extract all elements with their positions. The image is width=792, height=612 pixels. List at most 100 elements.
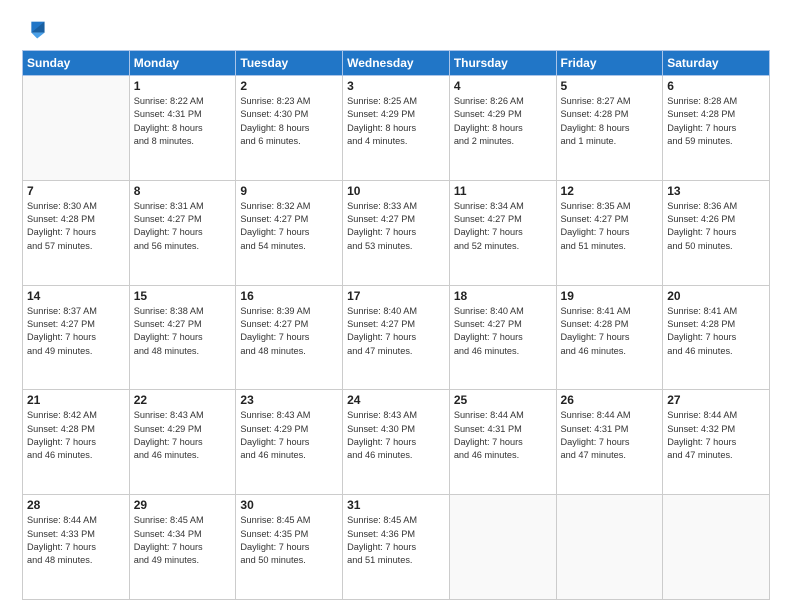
calendar-cell: 9 Sunrise: 8:32 AM Sunset: 4:27 PM Daylig… [236,180,343,285]
calendar-cell: 25 Sunrise: 8:44 AM Sunset: 4:31 PM Dayli… [449,390,556,495]
calendar-header-friday: Friday [556,51,663,76]
calendar-header-row: SundayMondayTuesdayWednesdayThursdayFrid… [23,51,770,76]
calendar-cell: 28Sunrise: 8:44 AM Sunset: 4:33 PM Dayli… [23,495,130,600]
calendar-week-row: 14Sunrise: 8:37 AM Sunset: 4:27 PM Dayli… [23,285,770,390]
logo [22,18,46,42]
calendar-header-thursday: Thursday [449,51,556,76]
calendar-week-row: 28Sunrise: 8:44 AM Sunset: 4:33 PM Dayli… [23,495,770,600]
day-number: 19 [561,289,659,303]
calendar-cell: 5Sunrise: 8:27 AM Sunset: 4:28 PM Daylig… [556,76,663,181]
cell-sun-info: Sunrise: 8:31 AM Sunset: 4:27 PM Dayligh… [134,200,232,253]
cell-sun-info: Sunrise: 8:26 AM Sunset: 4:29 PM Dayligh… [454,95,552,148]
calendar-cell: 2 Sunrise: 8:23 AM Sunset: 4:30 PM Daylig… [236,76,343,181]
cell-sun-info: Sunrise: 8:43 AM Sunset: 4:30 PM Dayligh… [347,409,445,462]
calendar-header-wednesday: Wednesday [343,51,450,76]
day-number: 4 [454,79,552,93]
day-number: 22 [134,393,232,407]
day-number: 15 [134,289,232,303]
calendar-cell: 21 Sunrise: 8:42 AM Sunset: 4:28 PM Dayli… [23,390,130,495]
day-number: 27 [667,393,765,407]
day-number: 26 [561,393,659,407]
cell-sun-info: Sunrise: 8:45 AM Sunset: 4:34 PM Dayligh… [134,514,232,567]
cell-sun-info: Sunrise: 8:41 AM Sunset: 4:28 PM Dayligh… [667,305,765,358]
day-number: 12 [561,184,659,198]
day-number: 13 [667,184,765,198]
cell-sun-info: Sunrise: 8:32 AM Sunset: 4:27 PM Dayligh… [240,200,338,253]
day-number: 21 [27,393,125,407]
cell-sun-info: Sunrise: 8:38 AM Sunset: 4:27 PM Dayligh… [134,305,232,358]
calendar-cell [556,495,663,600]
calendar-cell: 7 Sunrise: 8:30 AM Sunset: 4:28 PM Daylig… [23,180,130,285]
cell-sun-info: Sunrise: 8:23 AM Sunset: 4:30 PM Dayligh… [240,95,338,148]
calendar-cell: 23 Sunrise: 8:43 AM Sunset: 4:29 PM Dayli… [236,390,343,495]
day-number: 20 [667,289,765,303]
cell-sun-info: Sunrise: 8:34 AM Sunset: 4:27 PM Dayligh… [454,200,552,253]
logo-icon [24,18,46,40]
calendar-cell: 17Sunrise: 8:40 AM Sunset: 4:27 PM Dayli… [343,285,450,390]
cell-sun-info: Sunrise: 8:45 AM Sunset: 4:36 PM Dayligh… [347,514,445,567]
day-number: 17 [347,289,445,303]
calendar-cell: 11 Sunrise: 8:34 AM Sunset: 4:27 PM Dayli… [449,180,556,285]
cell-sun-info: Sunrise: 8:40 AM Sunset: 4:27 PM Dayligh… [454,305,552,358]
day-number: 30 [240,498,338,512]
cell-sun-info: Sunrise: 8:44 AM Sunset: 4:31 PM Dayligh… [454,409,552,462]
cell-sun-info: Sunrise: 8:43 AM Sunset: 4:29 PM Dayligh… [134,409,232,462]
day-number: 28 [27,498,125,512]
calendar-header-sunday: Sunday [23,51,130,76]
day-number: 6 [667,79,765,93]
cell-sun-info: Sunrise: 8:36 AM Sunset: 4:26 PM Dayligh… [667,200,765,253]
calendar-week-row: 7 Sunrise: 8:30 AM Sunset: 4:28 PM Daylig… [23,180,770,285]
cell-sun-info: Sunrise: 8:45 AM Sunset: 4:35 PM Dayligh… [240,514,338,567]
day-number: 31 [347,498,445,512]
calendar-week-row: 1 Sunrise: 8:22 AM Sunset: 4:31 PM Daylig… [23,76,770,181]
calendar-cell: 13 Sunrise: 8:36 AM Sunset: 4:26 PM Dayli… [663,180,770,285]
calendar-cell [663,495,770,600]
day-number: 24 [347,393,445,407]
day-number: 7 [27,184,125,198]
cell-sun-info: Sunrise: 8:42 AM Sunset: 4:28 PM Dayligh… [27,409,125,462]
calendar-cell: 16Sunrise: 8:39 AM Sunset: 4:27 PM Dayli… [236,285,343,390]
cell-sun-info: Sunrise: 8:35 AM Sunset: 4:27 PM Dayligh… [561,200,659,253]
calendar-cell: 14Sunrise: 8:37 AM Sunset: 4:27 PM Dayli… [23,285,130,390]
calendar-cell: 10Sunrise: 8:33 AM Sunset: 4:27 PM Dayli… [343,180,450,285]
calendar-cell: 26 Sunrise: 8:44 AM Sunset: 4:31 PM Dayli… [556,390,663,495]
calendar-table: SundayMondayTuesdayWednesdayThursdayFrid… [22,50,770,600]
day-number: 29 [134,498,232,512]
calendar-cell: 1 Sunrise: 8:22 AM Sunset: 4:31 PM Daylig… [129,76,236,181]
page-header [22,18,770,42]
day-number: 23 [240,393,338,407]
cell-sun-info: Sunrise: 8:25 AM Sunset: 4:29 PM Dayligh… [347,95,445,148]
cell-sun-info: Sunrise: 8:22 AM Sunset: 4:31 PM Dayligh… [134,95,232,148]
calendar-week-row: 21 Sunrise: 8:42 AM Sunset: 4:28 PM Dayli… [23,390,770,495]
cell-sun-info: Sunrise: 8:37 AM Sunset: 4:27 PM Dayligh… [27,305,125,358]
calendar-cell: 12 Sunrise: 8:35 AM Sunset: 4:27 PM Dayli… [556,180,663,285]
calendar-cell: 8 Sunrise: 8:31 AM Sunset: 4:27 PM Daylig… [129,180,236,285]
day-number: 10 [347,184,445,198]
calendar-cell: 6Sunrise: 8:28 AM Sunset: 4:28 PM Daylig… [663,76,770,181]
cell-sun-info: Sunrise: 8:41 AM Sunset: 4:28 PM Dayligh… [561,305,659,358]
calendar-header-monday: Monday [129,51,236,76]
calendar-header-saturday: Saturday [663,51,770,76]
cell-sun-info: Sunrise: 8:39 AM Sunset: 4:27 PM Dayligh… [240,305,338,358]
day-number: 8 [134,184,232,198]
day-number: 2 [240,79,338,93]
calendar-cell: 20 Sunrise: 8:41 AM Sunset: 4:28 PM Dayli… [663,285,770,390]
calendar-cell: 18 Sunrise: 8:40 AM Sunset: 4:27 PM Dayli… [449,285,556,390]
calendar-cell [23,76,130,181]
day-number: 1 [134,79,232,93]
calendar-cell: 30 Sunrise: 8:45 AM Sunset: 4:35 PM Dayli… [236,495,343,600]
day-number: 25 [454,393,552,407]
day-number: 9 [240,184,338,198]
day-number: 18 [454,289,552,303]
day-number: 3 [347,79,445,93]
cell-sun-info: Sunrise: 8:30 AM Sunset: 4:28 PM Dayligh… [27,200,125,253]
calendar-cell [449,495,556,600]
cell-sun-info: Sunrise: 8:43 AM Sunset: 4:29 PM Dayligh… [240,409,338,462]
calendar-cell: 22 Sunrise: 8:43 AM Sunset: 4:29 PM Dayli… [129,390,236,495]
calendar-cell: 19 Sunrise: 8:41 AM Sunset: 4:28 PM Dayli… [556,285,663,390]
day-number: 5 [561,79,659,93]
calendar-cell: 31 Sunrise: 8:45 AM Sunset: 4:36 PM Dayli… [343,495,450,600]
calendar-cell: 24 Sunrise: 8:43 AM Sunset: 4:30 PM Dayli… [343,390,450,495]
cell-sun-info: Sunrise: 8:44 AM Sunset: 4:31 PM Dayligh… [561,409,659,462]
day-number: 11 [454,184,552,198]
